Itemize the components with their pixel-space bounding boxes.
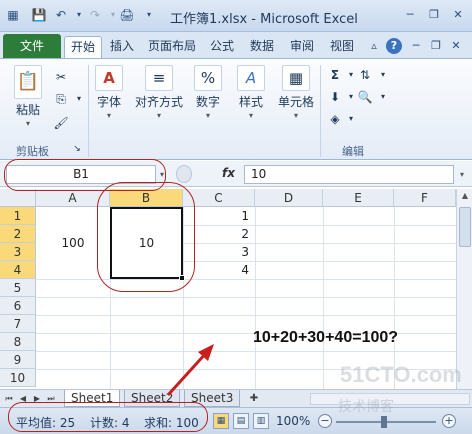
watermark-subtitle: 技术博客 <box>338 399 394 415</box>
annotation-text: 10+20+30+40=100? <box>253 329 399 346</box>
watermark-logo: 51CTO.com <box>340 362 462 387</box>
